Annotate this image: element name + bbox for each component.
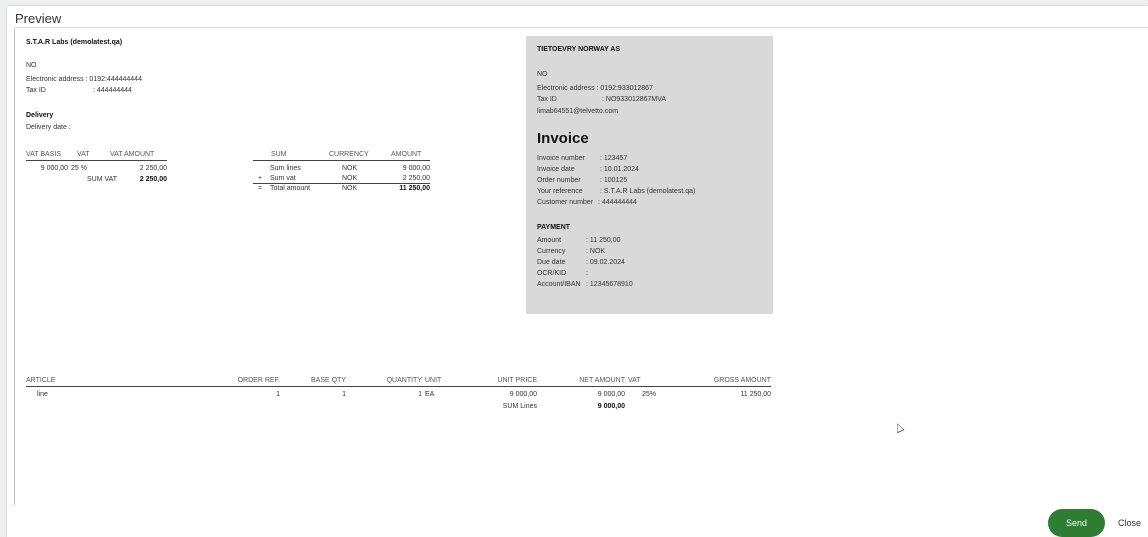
account-iban-value: : 12345678910: [586, 281, 633, 288]
payment-amount-value: : 11 250,00: [586, 237, 621, 244]
vat-header: VAT: [77, 151, 90, 158]
payment-currency-value: : NOK: [586, 248, 606, 255]
order-ref-header: ORDER REF.: [237, 377, 280, 384]
sum-lines-label: Sum lines: [270, 165, 301, 172]
amount-header: AMOUNT: [391, 151, 422, 158]
account-iban-label: Account/IBAN: [537, 281, 581, 288]
receiver-name: TIETOEVRY NORWAY AS: [537, 46, 621, 53]
your-reference-label: Your reference: [537, 188, 583, 195]
vat-rate-value: 25 %: [71, 165, 87, 172]
sum-vat-value: 2 250,00: [139, 176, 167, 183]
close-button[interactable]: Close: [1118, 518, 1141, 528]
sum-vat-row-currency: NOK: [342, 175, 358, 182]
payment-heading: PAYMENT: [537, 224, 571, 231]
send-button[interactable]: Send: [1048, 509, 1105, 537]
sum-total-divider: [253, 183, 430, 184]
sum-vat-prefix: +: [258, 175, 263, 182]
invoice-date-label: Invoice date: [537, 166, 575, 173]
sum-vat-row-amount: 2 250,00: [402, 175, 430, 182]
invoice-number-label: Invoice number: [537, 155, 585, 162]
gross-amount-header: GROSS AMOUNT: [713, 377, 771, 384]
sender-electronic-address: Electronic address : 0192:444444444: [26, 76, 142, 83]
article-header: ARTICLE: [26, 377, 56, 384]
line-vat-header: VAT: [628, 377, 641, 384]
line-quantity: 1: [418, 391, 422, 398]
quantity-header: QUANTITY: [386, 377, 422, 384]
line-article: line: [37, 391, 48, 398]
total-currency: NOK: [342, 185, 358, 192]
dialog-title: Preview: [15, 11, 62, 26]
payment-amount-label: Amount: [537, 237, 562, 244]
total-amount-label: Total amount: [270, 185, 311, 192]
vat-basis-value: 9 000,00: [40, 165, 68, 172]
total-prefix: =: [258, 185, 263, 192]
unit-header: UNIT: [425, 377, 442, 384]
invoice-heading: Invoice: [537, 130, 589, 147]
sum-lines-amount: 9 000,00: [402, 165, 430, 172]
sender-country: NO: [26, 62, 37, 69]
sender-tax-id-label: Tax ID: [26, 87, 46, 94]
line-unit: EA: [425, 391, 435, 398]
line-base-qty: 1: [342, 391, 346, 398]
ocr-kid-value: :: [586, 270, 588, 277]
ocr-kid-label: OCR/KID: [537, 270, 567, 277]
invoice-number-value: : 123457: [600, 155, 628, 162]
delivery-heading: Delivery: [26, 112, 54, 119]
net-amount-header: NET AMOUNT: [579, 377, 625, 384]
total-amount-value: 11 250,00: [399, 185, 430, 192]
payment-currency-label: Currency: [537, 248, 566, 255]
line-order-ref: 1: [276, 391, 280, 398]
base-qty-header: BASE QTY: [310, 377, 346, 384]
line-gross-amount: 11 250,00: [740, 391, 771, 398]
vat-header-divider: [26, 160, 167, 161]
customer-number-label: Customer number: [537, 199, 594, 206]
due-date-value: : 09.02.2024: [586, 259, 625, 266]
sum-lines-footer-value: 9 000,00: [597, 403, 625, 410]
delivery-date: Delivery date :: [26, 124, 71, 131]
sender-name: S.T.A.R Labs (demolatest.qa): [26, 39, 123, 46]
receiver-email: limab64551@telvetto.com: [537, 108, 619, 115]
unit-price-header: UNIT PRICE: [497, 377, 537, 384]
lines-header-divider: [26, 386, 771, 387]
sum-vat-row-label: Sum vat: [270, 175, 296, 182]
sum-lines-currency: NOK: [342, 165, 358, 172]
receiver-electronic-address: Electronic address : 0192:933012867: [537, 85, 653, 92]
line-unit-price: 9 000,00: [509, 391, 537, 398]
sender-tax-id-value: : 444444444: [93, 87, 132, 94]
dialog-footer: [7, 505, 1148, 537]
customer-number-value: : 444444444: [598, 199, 637, 206]
vat-amount-value: 2 250,00: [139, 165, 167, 172]
vat-basis-header: VAT BASIS: [26, 151, 62, 158]
receiver-tax-id-value: : NO933012867MVA: [602, 96, 667, 103]
vat-amount-header: VAT AMOUNT: [110, 151, 155, 158]
line-net-amount: 9 000,00: [597, 391, 625, 398]
due-date-label: Due date: [537, 259, 566, 266]
order-number-value: : 100125: [600, 177, 628, 184]
sum-header: SUM: [271, 151, 287, 158]
invoice-date-value: : 10.01.2024: [600, 166, 639, 173]
sum-lines-footer-label: SUM Lines: [502, 403, 537, 410]
receiver-country: NO: [537, 71, 548, 78]
receiver-tax-id-label: Tax ID: [537, 96, 557, 103]
sum-header-divider: [253, 160, 430, 161]
currency-header: CURRENCY: [329, 151, 369, 158]
line-vat: 25%: [642, 391, 657, 398]
order-number-label: Order number: [537, 177, 581, 184]
your-reference-value: : S.T.A.R Labs (demolatest.qa): [600, 188, 696, 195]
